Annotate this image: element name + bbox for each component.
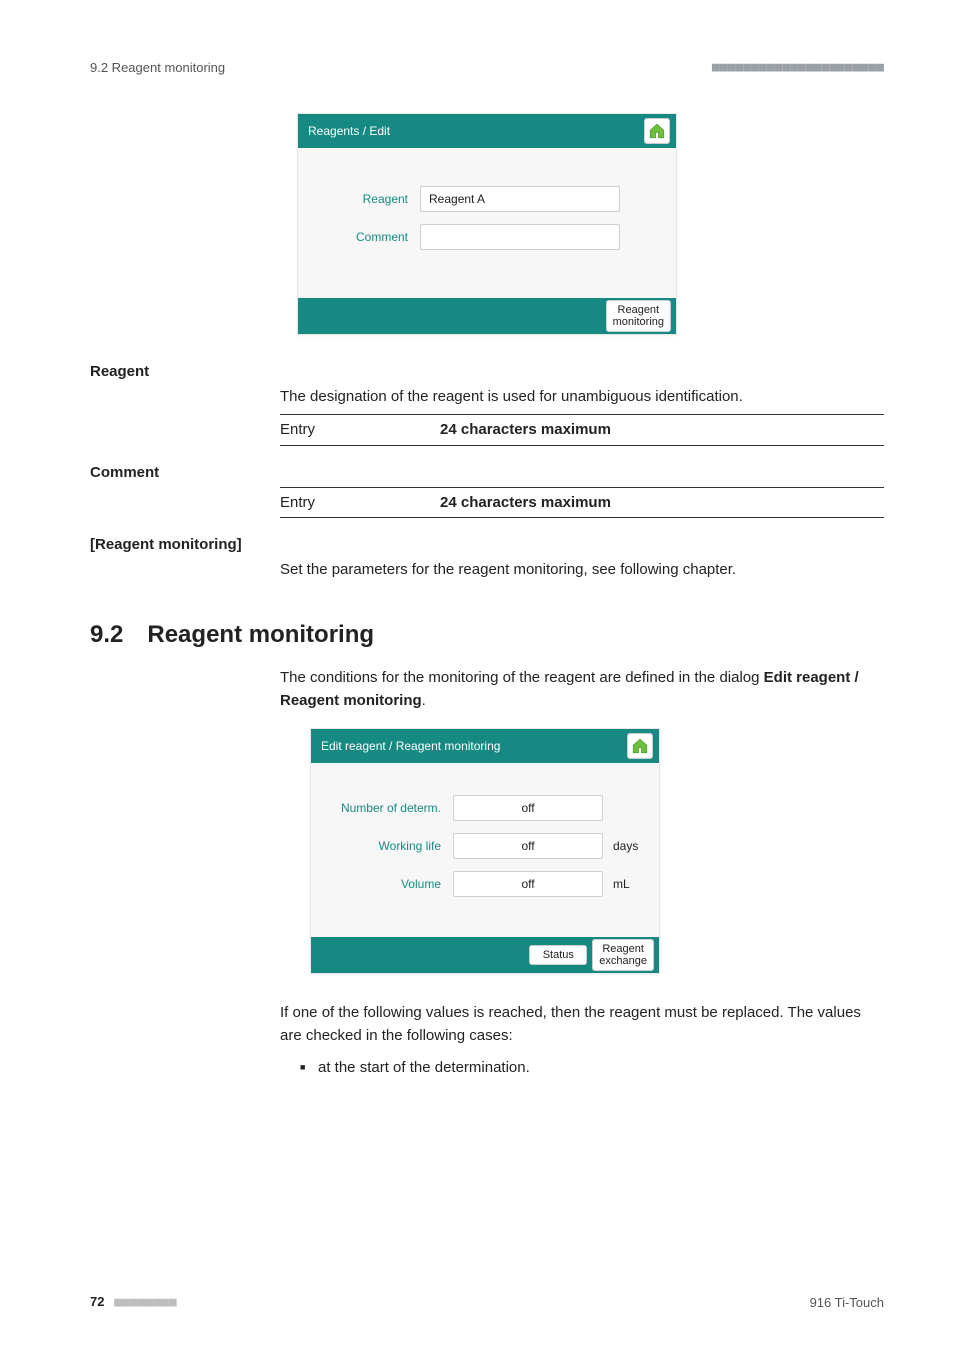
def-reagent-desc: The designation of the reagent is used f… [280,386,884,408]
def-rm-desc: Set the parameters for the reagent monit… [280,559,884,581]
running-header-right: ■■■■■■■■■■■■■■■■■■■■■■ [712,60,884,75]
after-panel-text: If one of the following values is reache… [280,1002,884,1047]
def-comment-entry-val: 24 characters maximum [440,492,611,514]
wl-row: Working life off days [323,833,647,859]
def-comment-spec: Entry 24 characters maximum [280,487,884,519]
running-header-left: 9.2 Reagent monitoring [90,60,225,75]
nod-row: Number of determ. off [323,795,647,821]
reagent-input[interactable]: Reagent A [420,186,620,212]
def-comment-entry-key: Entry [280,492,440,514]
reagent-exchange-button[interactable]: Reagent exchange [592,939,654,971]
vol-unit: mL [603,877,647,891]
home-icon [648,122,666,140]
comment-label: Comment [310,230,420,244]
panel2-titlebar: Edit reagent / Reagent monitoring [311,729,659,763]
reagents-edit-panel: Reagents / Edit Reagent Reagent A Commen… [297,113,677,335]
def-reagent-entry-key: Entry [280,419,440,441]
after-panel: If one of the following values is reache… [280,1002,884,1080]
reagent-row: Reagent Reagent A [310,186,664,212]
vol-label: Volume [323,877,453,891]
product-name: 916 Ti-Touch [810,1295,884,1310]
nod-label: Number of determ. [323,801,453,815]
comment-input[interactable] [420,224,620,250]
panel2-body: Number of determ. off Working life off d… [311,763,659,937]
def-reagent-entry-val: 24 characters maximum [440,419,611,441]
section-heading: 9.2 Reagent monitoring [90,621,884,649]
after-panel-list: at the start of the determination. [280,1057,884,1080]
edit-reagent-monitoring-panel: Edit reagent / Reagent monitoring Number… [310,728,660,974]
panel-titlebar: Reagents / Edit [298,114,676,148]
wl-unit: days [603,839,647,853]
reagent-label: Reagent [310,192,420,206]
section-title: Reagent monitoring [147,621,374,649]
wl-label: Working life [323,839,453,853]
nod-input[interactable]: off [453,795,603,821]
section-intro-c: . [422,692,426,709]
panel-footer: Reagent monitoring [298,298,676,334]
page-footer: 72 ■■■■■■■■ 916 Ti-Touch [90,1294,884,1310]
panel2-title: Edit reagent / Reagent monitoring [321,739,500,753]
wl-input[interactable]: off [453,833,603,859]
list-item: at the start of the determination. [300,1057,884,1080]
section-intro: The conditions for the monitoring of the… [280,667,884,712]
home-icon [631,737,649,755]
page-number: 72 [90,1294,104,1309]
def-comment-body: Entry 24 characters maximum [280,487,884,519]
vol-row: Volume off mL [323,871,647,897]
def-comment-label: Comment [90,464,884,481]
def-rm-body: Set the parameters for the reagent monit… [280,559,884,581]
def-reagent-spec: Entry 24 characters maximum [280,414,884,446]
running-header: 9.2 Reagent monitoring ■■■■■■■■■■■■■■■■■… [90,60,884,75]
def-reagent-body: The designation of the reagent is used f… [280,386,884,446]
section-number: 9.2 [90,621,123,649]
page-footer-bars: ■■■■■■■■ [114,1295,177,1310]
panel2-footer: Status Reagent exchange [311,937,659,973]
vol-input[interactable]: off [453,871,603,897]
home-button[interactable] [644,118,670,144]
status-button[interactable]: Status [529,945,587,965]
def-rm-label: [Reagent monitoring] [90,536,884,553]
home-button-2[interactable] [627,733,653,759]
section-intro-a: The conditions for the monitoring of the… [280,669,764,686]
page-footer-left: 72 ■■■■■■■■ [90,1294,177,1310]
comment-row: Comment [310,224,664,250]
reagent-monitoring-button[interactable]: Reagent monitoring [606,300,671,332]
panel-title: Reagents / Edit [308,124,390,138]
panel-body: Reagent Reagent A Comment [298,148,676,298]
def-reagent-label: Reagent [90,363,884,380]
